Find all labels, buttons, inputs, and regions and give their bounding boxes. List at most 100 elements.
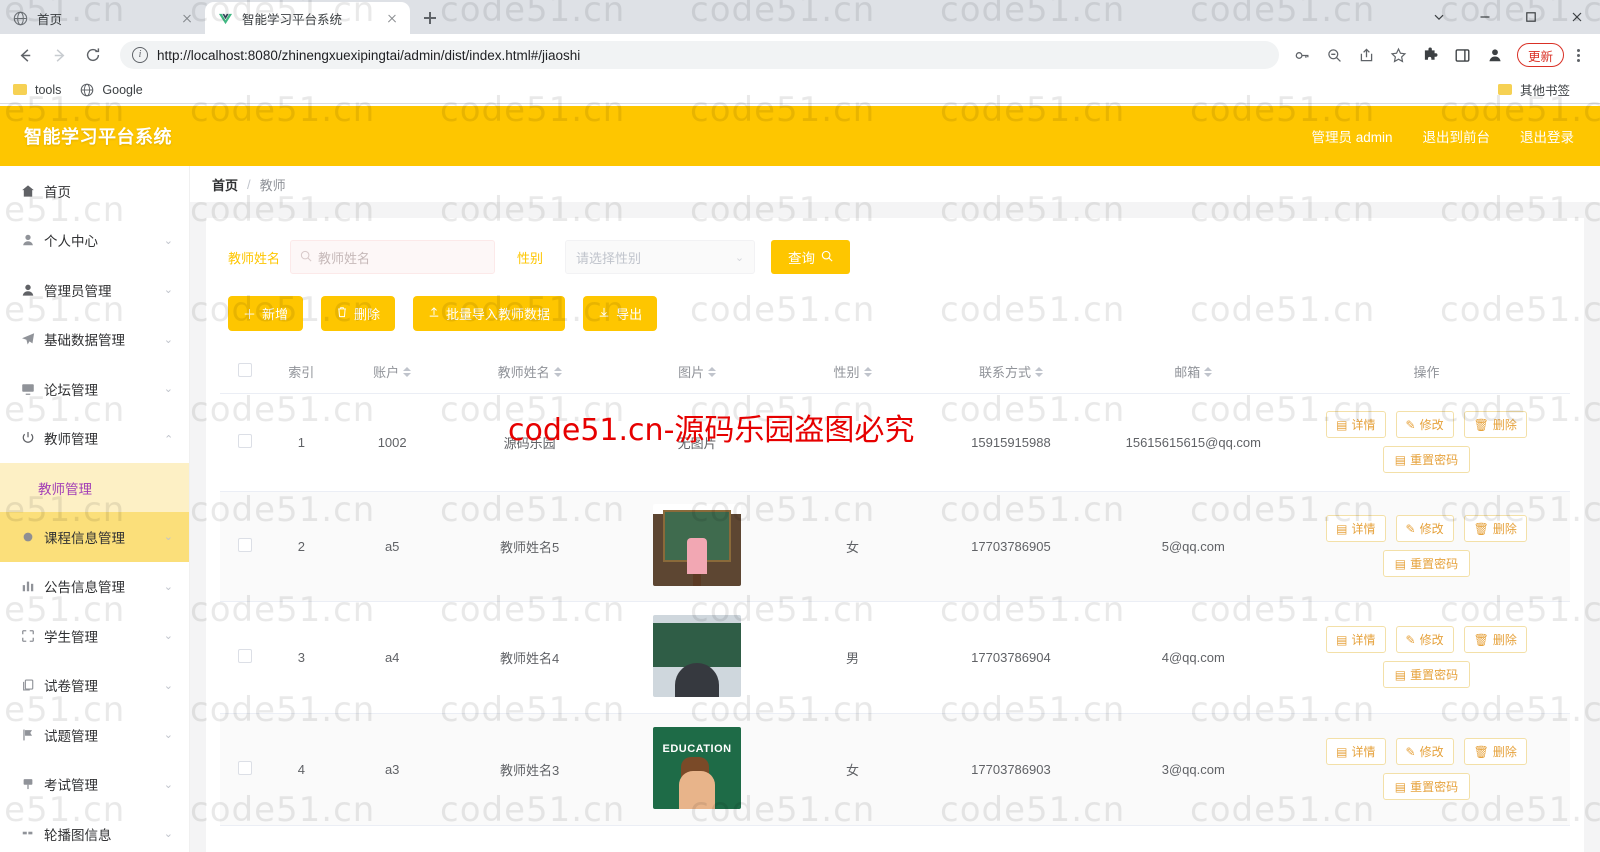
sidebar-item-personal-center[interactable]: 个人中心 ⌄ <box>0 216 189 266</box>
update-button[interactable]: 更新 <box>1516 43 1564 67</box>
maximize-icon[interactable] <box>1508 0 1554 34</box>
chevron-down-icon: ⌄ <box>163 333 173 346</box>
sort-icon[interactable] <box>708 366 717 377</box>
extensions-icon[interactable] <box>1418 42 1444 68</box>
select-all-header[interactable] <box>220 351 271 394</box>
minimize-icon[interactable] <box>1462 0 1508 34</box>
reset-password-button[interactable]: ▤ 重置密码 <box>1382 773 1471 800</box>
sidebar-item-course-info[interactable]: 课程信息管理 ⌄ <box>0 512 189 562</box>
chrome-menu-icon[interactable] <box>1566 42 1590 68</box>
column-account[interactable]: 账户 <box>332 351 452 394</box>
row-delete-button[interactable]: 🗑 删除 <box>1463 738 1527 765</box>
other-bookmarks[interactable]: 其他书签 <box>1497 80 1570 99</box>
sidebar-item-home[interactable]: 首页 <box>0 166 189 216</box>
edit-button[interactable]: ✎ 修改 <box>1395 738 1454 765</box>
logout-link[interactable]: 退出登录 <box>1520 126 1574 146</box>
side-panel-icon[interactable] <box>1450 42 1476 68</box>
plus-icon: ＋ <box>243 307 257 322</box>
teacher-name-input[interactable]: 教师姓名 <box>290 240 496 274</box>
row-checkbox[interactable] <box>238 537 253 552</box>
row-checkbox-cell[interactable] <box>220 393 271 492</box>
sort-icon[interactable] <box>553 366 562 377</box>
column-name[interactable]: 教师姓名 <box>451 351 608 394</box>
app-body: 首页 个人中心 ⌄ 管理员管理 ⌄ 基础数据管理 ⌄ 论坛管理 ⌄ 教师管理 ⌄… <box>0 166 1600 852</box>
zoom-out-icon[interactable] <box>1322 42 1348 68</box>
sidebar-item-basic-data[interactable]: 基础数据管理 ⌄ <box>0 315 189 365</box>
table-row[interactable]: 2 a5 教师姓名5 女 17703786905 5@qq.com ▤ 详情 ✎ 修… <box>220 491 1570 602</box>
chevron-down-icon: ⌄ <box>163 778 173 791</box>
sidebar-item-forum-management[interactable]: 论坛管理 ⌄ <box>0 364 189 414</box>
browser-tab-2[interactable]: 智能学习平台系统 <box>205 2 410 34</box>
edit-button[interactable]: ✎ 修改 <box>1395 515 1454 542</box>
row-checkbox-cell[interactable] <box>220 491 271 602</box>
column-email[interactable]: 邮箱 <box>1103 351 1283 394</box>
table-row[interactable]: 4 a3 教师姓名3 女 17703786903 3@qq.com ▤详情 ✎修… <box>220 713 1570 826</box>
sort-icon[interactable] <box>863 366 872 377</box>
sidebar-item-question-bank[interactable]: 试题管理 ⌄ <box>0 710 189 760</box>
row-checkbox-cell[interactable] <box>220 713 271 826</box>
close-window-icon[interactable] <box>1554 0 1600 34</box>
sort-icon[interactable] <box>1204 366 1213 377</box>
reset-password-button[interactable]: ▤ 重置密码 <box>1382 550 1471 577</box>
breadcrumb-home[interactable]: 首页 <box>212 175 238 194</box>
back-icon[interactable] <box>10 40 40 70</box>
sidebar-item-exam-paper[interactable]: 试卷管理 ⌄ <box>0 661 189 711</box>
trash-icon: 🗑 <box>1473 744 1489 759</box>
bookmark-google[interactable]: Google <box>79 82 143 98</box>
delete-button[interactable]: 删除 <box>321 296 396 331</box>
batch-import-button[interactable]: 批量导入教师数据 <box>413 296 566 331</box>
table-row[interactable]: 3 a4 教师姓名4 男 17703786904 4@qq.com ▤ 详情 ✎ 修… <box>220 601 1570 714</box>
detail-button[interactable]: ▤ 详情 <box>1326 515 1386 542</box>
detail-button[interactable]: ▤ 详情 <box>1326 626 1386 653</box>
close-icon[interactable] <box>179 10 195 26</box>
row-checkbox[interactable] <box>238 760 253 775</box>
export-button-label: 导出 <box>616 307 643 322</box>
row-checkbox-cell[interactable] <box>220 601 271 714</box>
close-icon[interactable] <box>384 10 400 26</box>
new-tab-button[interactable] <box>416 4 444 32</box>
cell-phone: 15915915988 <box>918 393 1104 492</box>
row-delete-button[interactable]: 🗑 删除 <box>1463 411 1527 438</box>
power-icon <box>20 431 35 446</box>
profile-icon[interactable] <box>1482 42 1508 68</box>
sidebar-item-admin-management[interactable]: 管理员管理 ⌄ <box>0 265 189 315</box>
action-button-row: ＋ 新增 删除 批量导入教师数据 导出 <box>220 274 1570 351</box>
row-checkbox[interactable] <box>238 433 253 448</box>
sidebar-subitem-teacher-management[interactable]: 教师管理 <box>0 463 189 512</box>
sidebar-item-exam-management[interactable]: 考试管理 ⌄ <box>0 760 189 810</box>
select-all-checkbox[interactable] <box>238 363 253 378</box>
sort-icon[interactable] <box>1034 366 1043 377</box>
star-icon[interactable] <box>1386 42 1412 68</box>
column-phone[interactable]: 联系方式 <box>918 351 1104 394</box>
sort-icon[interactable] <box>403 366 412 377</box>
detail-button[interactable]: ▤ 详情 <box>1326 411 1386 438</box>
reset-password-button[interactable]: ▤ 重置密码 <box>1382 446 1471 473</box>
tab-search-chevron-icon[interactable] <box>1416 0 1462 34</box>
export-button[interactable]: 导出 <box>583 296 658 331</box>
site-info-icon[interactable]: i <box>132 47 148 63</box>
browser-tab-1[interactable]: 首页 <box>0 2 205 34</box>
column-gender[interactable]: 性别 <box>786 351 919 394</box>
row-checkbox[interactable] <box>238 648 253 663</box>
detail-button[interactable]: ▤ 详情 <box>1326 738 1386 765</box>
sidebar-item-carousel-info[interactable]: 轮播图信息 ⌄ <box>0 809 189 852</box>
column-image[interactable]: 图片 <box>607 351 787 394</box>
sidebar-item-teacher-management[interactable]: 教师管理 ⌄ <box>0 414 189 464</box>
reset-password-button[interactable]: ▤ 重置密码 <box>1382 661 1471 688</box>
add-button[interactable]: ＋ 新增 <box>228 296 304 331</box>
search-button[interactable]: 查询 <box>771 240 851 274</box>
edit-button[interactable]: ✎ 修改 <box>1395 411 1454 438</box>
edit-button[interactable]: ✎ 修改 <box>1395 626 1454 653</box>
sidebar-item-announcement[interactable]: 公告信息管理 ⌄ <box>0 562 189 612</box>
address-bar[interactable]: i http://localhost:8080/zhinengxuexiping… <box>120 41 1279 69</box>
key-icon[interactable] <box>1290 42 1316 68</box>
breadcrumb-separator: / <box>247 176 251 192</box>
row-delete-button[interactable]: 🗑 删除 <box>1463 515 1527 542</box>
sidebar-item-student-management[interactable]: 学生管理 ⌄ <box>0 611 189 661</box>
reload-icon[interactable] <box>78 40 108 70</box>
exit-to-frontend-link[interactable]: 退出到前台 <box>1423 126 1491 146</box>
row-delete-button[interactable]: 🗑 删除 <box>1463 626 1527 653</box>
gender-select[interactable]: 请选择性别 ⌄ <box>565 240 756 274</box>
share-icon[interactable] <box>1354 42 1380 68</box>
bookmark-tools[interactable]: tools <box>12 82 61 98</box>
